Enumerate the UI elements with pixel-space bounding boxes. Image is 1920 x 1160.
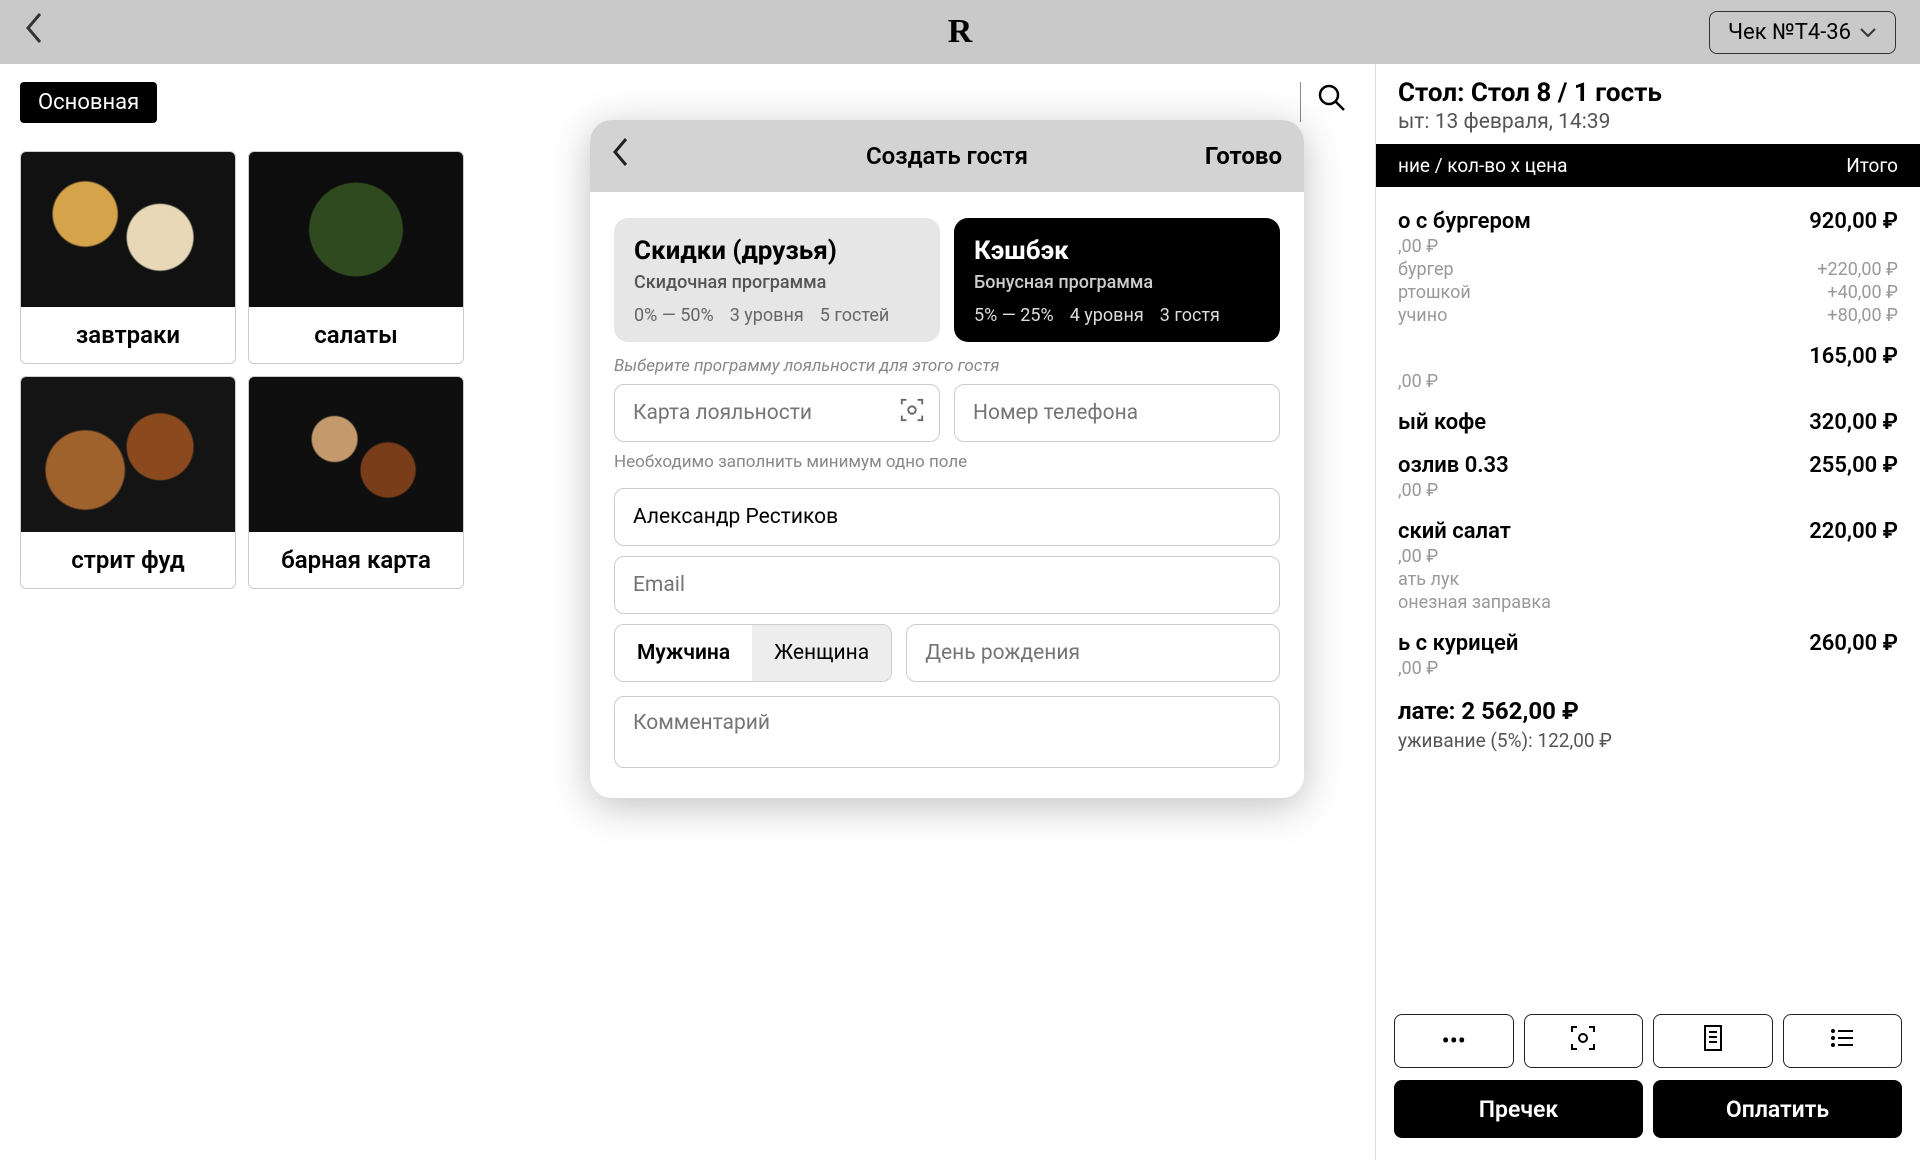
gender-female-button[interactable]: Женщина bbox=[752, 625, 891, 681]
receipt-item[interactable]: озлив 0.33255,00 ₽ ,00 ₽ bbox=[1398, 453, 1898, 501]
loyalty-card-cashback[interactable]: Кэшбэк Бонусная программа 5% — 25% 4 уро… bbox=[954, 218, 1280, 342]
top-bar: R Чек №Т4-36 bbox=[0, 0, 1920, 64]
receipt-service: уживание (5%): 122,00 ₽ bbox=[1398, 729, 1898, 752]
check-label: Чек №Т4-36 bbox=[1728, 20, 1851, 45]
dob-field[interactable] bbox=[906, 624, 1280, 682]
more-button[interactable]: ••• bbox=[1394, 1014, 1514, 1068]
phone-field[interactable] bbox=[954, 384, 1280, 442]
divider bbox=[1300, 82, 1301, 122]
scan-button[interactable] bbox=[1524, 1014, 1644, 1068]
receipt-total: лате: 2 562,00 ₽ bbox=[1398, 697, 1898, 725]
precheck-button[interactable]: Пречек bbox=[1394, 1080, 1643, 1138]
category-label: барная карта bbox=[249, 532, 463, 588]
category-label: салаты bbox=[249, 307, 463, 363]
col-total: Итого bbox=[1846, 154, 1898, 177]
loyalty-card-field[interactable] bbox=[614, 384, 940, 442]
check-selector[interactable]: Чек №Т4-36 bbox=[1709, 11, 1896, 54]
list-button[interactable] bbox=[1783, 1014, 1903, 1068]
app-logo: R bbox=[948, 13, 973, 51]
name-input[interactable] bbox=[633, 505, 1261, 529]
scan-icon bbox=[1569, 1024, 1597, 1058]
modal-title: Создать гостя bbox=[866, 142, 1028, 170]
col-name: ние / кол-во х цена bbox=[1398, 154, 1567, 177]
loyalty-card-discounts[interactable]: Скидки (друзья) Скидочная программа 0% —… bbox=[614, 218, 940, 342]
phone-input[interactable] bbox=[973, 401, 1261, 425]
receipt-panel: Стол: Стол 8 / 1 гость ыт: 13 февраля, 1… bbox=[1375, 64, 1920, 1160]
pay-button[interactable]: Оплатить bbox=[1653, 1080, 1902, 1138]
opened-time: ыт: 13 февраля, 14:39 bbox=[1398, 110, 1898, 134]
more-icon: ••• bbox=[1442, 1027, 1466, 1055]
comment-input[interactable] bbox=[633, 711, 1261, 753]
table-title: Стол: Стол 8 / 1 гость bbox=[1398, 78, 1898, 108]
dob-input[interactable] bbox=[925, 641, 1261, 665]
category-card[interactable]: барная карта bbox=[248, 376, 464, 589]
category-image bbox=[21, 152, 235, 307]
menu-tab-main[interactable]: Основная bbox=[20, 82, 157, 123]
loyalty-sub: Бонусная программа bbox=[974, 272, 1260, 293]
receipt-item[interactable]: о с бургером920,00 ₽ ,00 ₽ бургер+220,00… bbox=[1398, 209, 1898, 326]
fields-hint: Необходимо заполнить минимум одно поле bbox=[614, 452, 1280, 472]
email-field[interactable] bbox=[614, 556, 1280, 614]
gender-segment: Мужчина Женщина bbox=[614, 624, 892, 682]
list-icon bbox=[1829, 1027, 1855, 1055]
receipt-button[interactable] bbox=[1653, 1014, 1773, 1068]
name-field[interactable] bbox=[614, 488, 1280, 546]
category-card[interactable]: завтраки bbox=[20, 151, 236, 364]
receipt-body: о с бургером920,00 ₽ ,00 ₽ бургер+220,00… bbox=[1376, 187, 1920, 1000]
category-label: завтраки bbox=[21, 307, 235, 363]
category-card[interactable]: салаты bbox=[248, 151, 464, 364]
back-button[interactable] bbox=[24, 11, 44, 53]
category-image bbox=[249, 152, 463, 307]
receipt-columns: ние / кол-во х цена Итого bbox=[1376, 144, 1920, 187]
comment-field[interactable] bbox=[614, 696, 1280, 768]
receipt-icon bbox=[1701, 1024, 1725, 1058]
receipt-item[interactable]: ский салат220,00 ₽ ,00 ₽ ать лук онезная… bbox=[1398, 519, 1898, 613]
category-label: стрит фуд bbox=[21, 532, 235, 588]
create-guest-modal: Создать гостя Готово Скидки (друзья) Ски… bbox=[590, 120, 1304, 798]
modal-back-button[interactable] bbox=[612, 136, 630, 176]
receipt-item[interactable]: 165,00 ₽ ,00 ₽ bbox=[1398, 344, 1898, 392]
search-icon[interactable] bbox=[1317, 83, 1347, 121]
loyalty-hint: Выберите программу лояльности для этого … bbox=[614, 356, 1280, 376]
receipt-item[interactable]: ый кофе320,00 ₽ bbox=[1398, 410, 1898, 435]
email-input[interactable] bbox=[633, 573, 1261, 597]
receipt-item[interactable]: ь с курицей260,00 ₽ ,00 ₽ bbox=[1398, 631, 1898, 679]
gender-male-button[interactable]: Мужчина bbox=[615, 625, 752, 681]
loyalty-card-input[interactable] bbox=[633, 401, 921, 425]
category-image bbox=[249, 377, 463, 532]
scan-icon[interactable] bbox=[899, 397, 925, 429]
chevron-down-icon bbox=[1859, 20, 1877, 45]
category-card[interactable]: стрит фуд bbox=[20, 376, 236, 589]
modal-done-button[interactable]: Готово bbox=[1205, 142, 1282, 170]
loyalty-sub: Скидочная программа bbox=[634, 272, 920, 293]
loyalty-title: Кэшбэк bbox=[974, 236, 1260, 266]
category-image bbox=[21, 377, 235, 532]
loyalty-title: Скидки (друзья) bbox=[634, 236, 920, 266]
